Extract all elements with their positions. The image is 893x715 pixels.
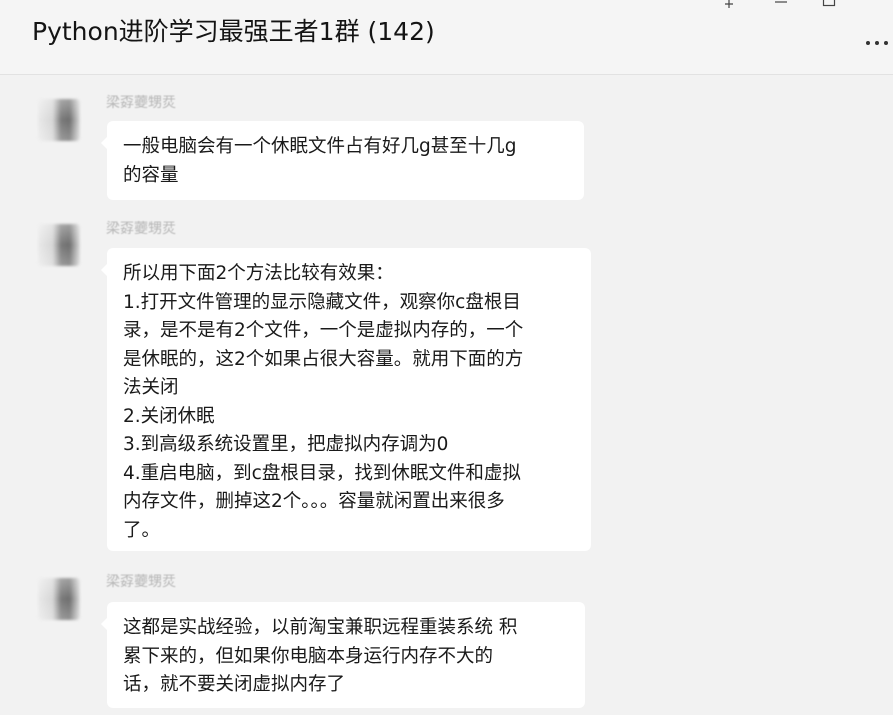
- message-bubble: 所以用下面2个方法比较有效果： 1.打开文件管理的显示隐藏文件，观察你c盘根目 …: [101, 248, 591, 551]
- message-bubble: 一般电脑会有一个休眠文件占有好几g甚至十几g 的容量: [101, 121, 584, 200]
- message-bubble: 这都是实战经验，以前淘宝兼职远程重装系统 积 累下来的，但如果你电脑本身运行内存…: [101, 602, 585, 708]
- chat-header: Python进阶学习最强王者1群 (142): [0, 0, 893, 75]
- pin-icon[interactable]: [718, 0, 740, 10]
- avatar[interactable]: [38, 224, 80, 266]
- more-icon[interactable]: [866, 38, 890, 48]
- sender-name: 梁孬蘷甥烎: [106, 221, 176, 237]
- chat-title: Python进阶学习最强王者1群 (142): [32, 17, 435, 46]
- maximize-icon[interactable]: [818, 0, 840, 10]
- minimize-icon[interactable]: [770, 0, 792, 10]
- sender-name: 梁孬蘷甥烎: [106, 574, 176, 590]
- sender-name: 梁孬蘷甥烎: [106, 95, 176, 111]
- avatar[interactable]: [38, 578, 80, 620]
- avatar[interactable]: [38, 99, 80, 141]
- chat-window: Python进阶学习最强王者1群 (142) 梁孬蘷甥烎 一般电脑会有一个休眠文…: [0, 0, 893, 715]
